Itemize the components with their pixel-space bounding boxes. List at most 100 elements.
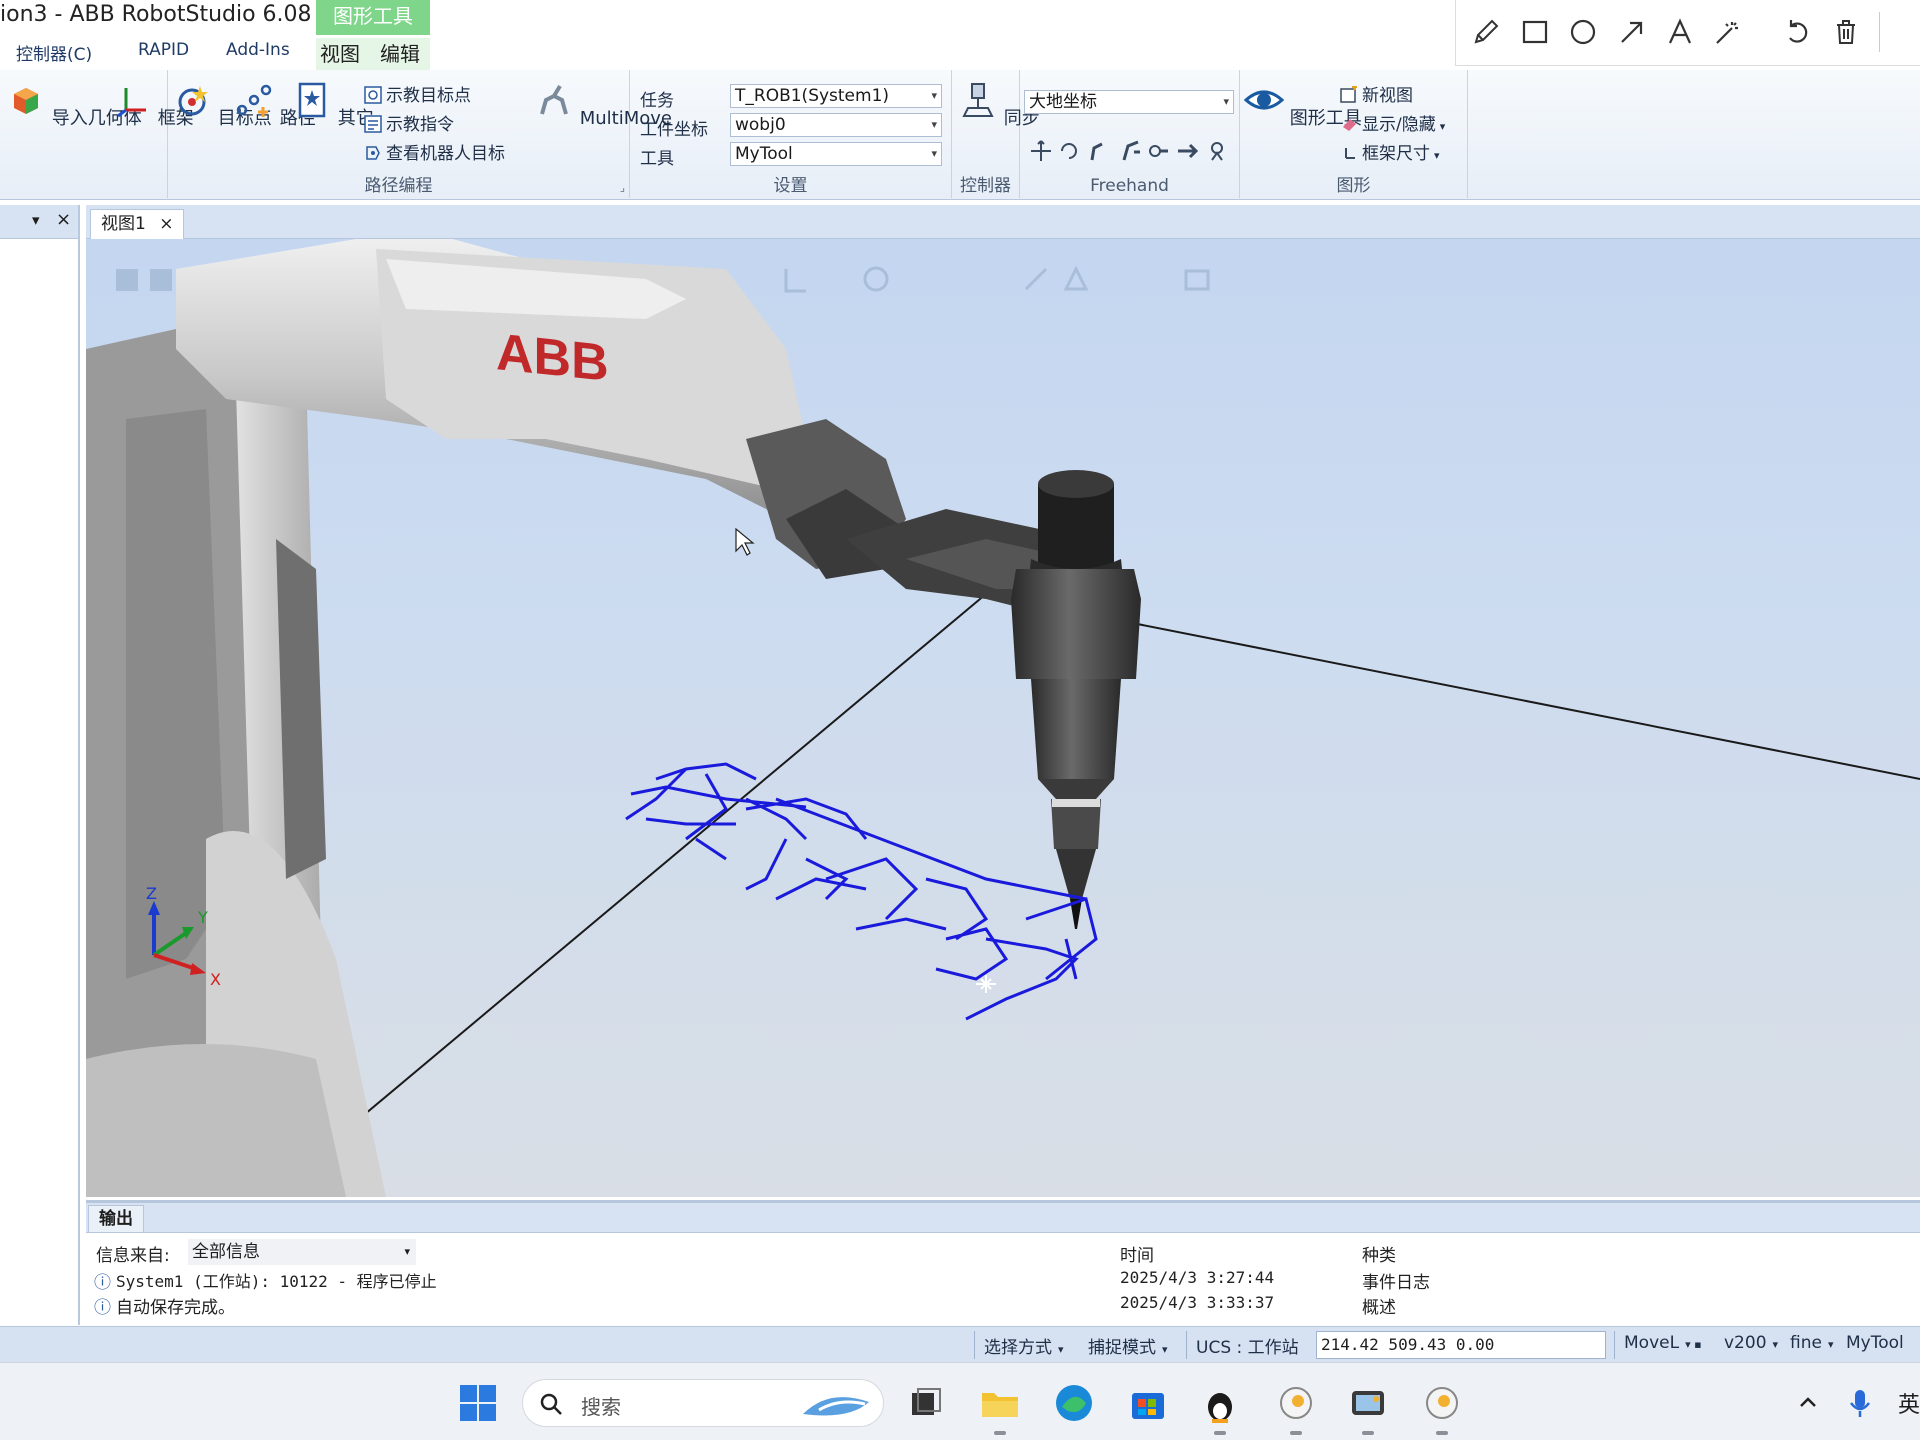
show-hide-button[interactable]: 显示/隐藏 ▾ — [1340, 113, 1445, 137]
3d-viewport[interactable]: ABB Z Y X — [86, 239, 1920, 1197]
panel-pin-icon[interactable]: ▾ — [32, 211, 40, 229]
mouse-cursor-icon — [735, 527, 755, 556]
jog-linear-icon[interactable] — [1118, 138, 1144, 164]
chevron-down-icon: ▾ — [1058, 1343, 1064, 1356]
text-icon[interactable] — [1664, 16, 1696, 48]
contextual-tab-header: 图形工具 — [316, 0, 430, 35]
column-header-category: 种类 — [1362, 1246, 1396, 1266]
teach-target-button[interactable]: 示教目标点 — [364, 84, 471, 108]
move-instruction-select[interactable]: MoveL ▾ ▪ — [1624, 1333, 1702, 1353]
graphics-tools-button[interactable]: 图形工具 — [1243, 80, 1362, 130]
tab-rapid[interactable]: RAPID — [138, 40, 189, 60]
view-robot-target-label: 查看机器人目标 — [386, 144, 505, 164]
frame-button[interactable]: 框架 — [112, 80, 194, 130]
tab-add-ins[interactable]: Add-Ins — [226, 40, 290, 60]
frame-icon — [117, 88, 146, 118]
tool-select-value: MyTool — [735, 144, 793, 164]
view-robot-target-button[interactable]: 查看机器人目标 — [364, 142, 505, 166]
info-icon: ⓘ — [94, 1273, 111, 1293]
task-select[interactable]: T_ROB1(System1) ▾ — [730, 84, 942, 108]
arrow-icon[interactable] — [1616, 16, 1648, 48]
status-bar: 选择方式 ▾ 捕捉模式 ▾ UCS : 工作站 214.42 509.43 0.00… — [0, 1326, 1920, 1362]
dialog-launcher-icon[interactable]: ⌟ — [620, 181, 625, 194]
source-select[interactable]: 全部信息 ▾ — [188, 1239, 416, 1265]
sync-button[interactable]: 同步 — [958, 80, 1040, 130]
task-view-icon[interactable] — [904, 1381, 948, 1425]
multimove-button[interactable]: MultiMove — [534, 80, 672, 129]
panel-close-icon[interactable]: × — [56, 209, 71, 230]
tab-controller[interactable]: 控制器(C) — [16, 40, 92, 65]
robot-base — [86, 329, 386, 1197]
tab-view1[interactable]: 视图1 × — [90, 209, 185, 239]
move-icon[interactable] — [1028, 138, 1054, 164]
group-label-controller: 控制器 — [960, 176, 1011, 196]
close-icon[interactable]: × — [159, 214, 173, 234]
axis-y-label: Y — [197, 908, 208, 927]
pencil-icon[interactable] — [1470, 16, 1502, 48]
speed-select[interactable]: v200 ▾ — [1724, 1333, 1778, 1353]
qq-penguin-icon[interactable] — [1198, 1381, 1242, 1425]
other-button[interactable]: 其它 — [292, 80, 374, 130]
tab-edit[interactable]: 编辑 — [380, 38, 420, 67]
microsoft-store-icon[interactable] — [1126, 1381, 1170, 1425]
chevron-down-icon: ▾ — [931, 89, 937, 102]
ucs-indicator: UCS : 工作站 — [1196, 1338, 1299, 1358]
circle-icon[interactable] — [1567, 16, 1599, 48]
microphone-icon[interactable] — [1846, 1387, 1874, 1419]
undo-icon[interactable] — [1782, 16, 1814, 48]
tab-view[interactable]: 视图 — [320, 38, 360, 67]
ribbon-group-path-programming: 目标点 路径 其它 示教目标点 示教指令 查看机器人目标 MultiMove 路… — [168, 70, 672, 198]
path-icon — [236, 84, 272, 117]
group-label-freehand: Freehand — [1090, 176, 1169, 196]
target-button[interactable]: 目标点 — [172, 80, 272, 130]
running-indicator — [1214, 1431, 1226, 1435]
selection-mode-button[interactable]: 选择方式 ▾ — [984, 1333, 1064, 1358]
group-label-path-programming: 路径编程 — [364, 176, 433, 196]
tool-select[interactable]: MyTool ▾ — [730, 142, 942, 166]
jog-joint-icon[interactable] — [1084, 138, 1110, 164]
search-icon — [540, 1393, 562, 1415]
tab-output[interactable]: 输出 — [88, 1205, 144, 1233]
row-category: 事件日志 — [1362, 1273, 1430, 1293]
multi-robot-jog-icon[interactable] — [1174, 138, 1200, 164]
edge-browser-icon[interactable] — [1052, 1381, 1096, 1425]
teach-instruction-button[interactable]: 示教指令 — [364, 113, 454, 137]
column-header-time: 时间 — [1120, 1246, 1154, 1266]
import-geometry-button[interactable]: 导入几何体 — [6, 80, 142, 130]
zone-select[interactable]: fine ▾ — [1790, 1333, 1833, 1353]
frame-size-label: 框架尺寸 — [1362, 144, 1430, 164]
workobject-label: 工件坐标 — [640, 120, 708, 140]
chevron-up-icon[interactable] — [1796, 1391, 1820, 1415]
reference-frame-value: 大地坐标 — [1029, 92, 1097, 112]
robotstudio-icon-2[interactable] — [1420, 1381, 1464, 1425]
reference-frame-select[interactable]: 大地坐标 ▾ — [1024, 90, 1234, 114]
chevron-down-icon: ▾ — [1827, 1338, 1834, 1351]
speed-value: v200 — [1724, 1333, 1767, 1353]
rotate-icon[interactable] — [1056, 138, 1082, 164]
chevron-down-icon: ▾ — [1434, 149, 1440, 162]
robotstudio-icon[interactable] — [1274, 1381, 1318, 1425]
tool-jog-icon[interactable] — [1204, 138, 1230, 164]
taskbar-search[interactable]: 搜索 — [522, 1379, 884, 1427]
magic-wand-icon[interactable] — [1712, 16, 1744, 48]
new-view-button[interactable]: 新视图 — [1340, 84, 1413, 108]
robot-target-icon — [366, 146, 380, 160]
windows-start-icon[interactable] — [456, 1381, 500, 1425]
file-explorer-icon[interactable] — [978, 1381, 1022, 1425]
rectangle-icon[interactable] — [1519, 16, 1551, 48]
task-select-value: T_ROB1(System1) — [735, 86, 890, 106]
trash-icon[interactable] — [1830, 16, 1862, 48]
tool-status-select[interactable]: MyTool — [1846, 1333, 1904, 1353]
path-button[interactable]: 路径 — [234, 80, 316, 130]
ime-indicator[interactable]: 英 — [1898, 1387, 1920, 1419]
jog-reorient-icon[interactable] — [1146, 138, 1172, 164]
chevron-down-icon: ▾ ▪ — [1685, 1338, 1702, 1351]
group-label-settings: 设置 — [773, 176, 808, 196]
snap-mode-button[interactable]: 捕捉模式 ▾ — [1088, 1333, 1168, 1358]
screen-capture-icon[interactable] — [1346, 1381, 1390, 1425]
new-view-icon — [1340, 86, 1357, 103]
frame-size-button[interactable]: 框架尺寸 ▾ — [1340, 142, 1440, 166]
chevron-down-icon: ▾ — [1439, 120, 1446, 133]
workobject-select[interactable]: wobj0 ▾ — [730, 113, 942, 137]
running-indicator — [1436, 1431, 1448, 1435]
